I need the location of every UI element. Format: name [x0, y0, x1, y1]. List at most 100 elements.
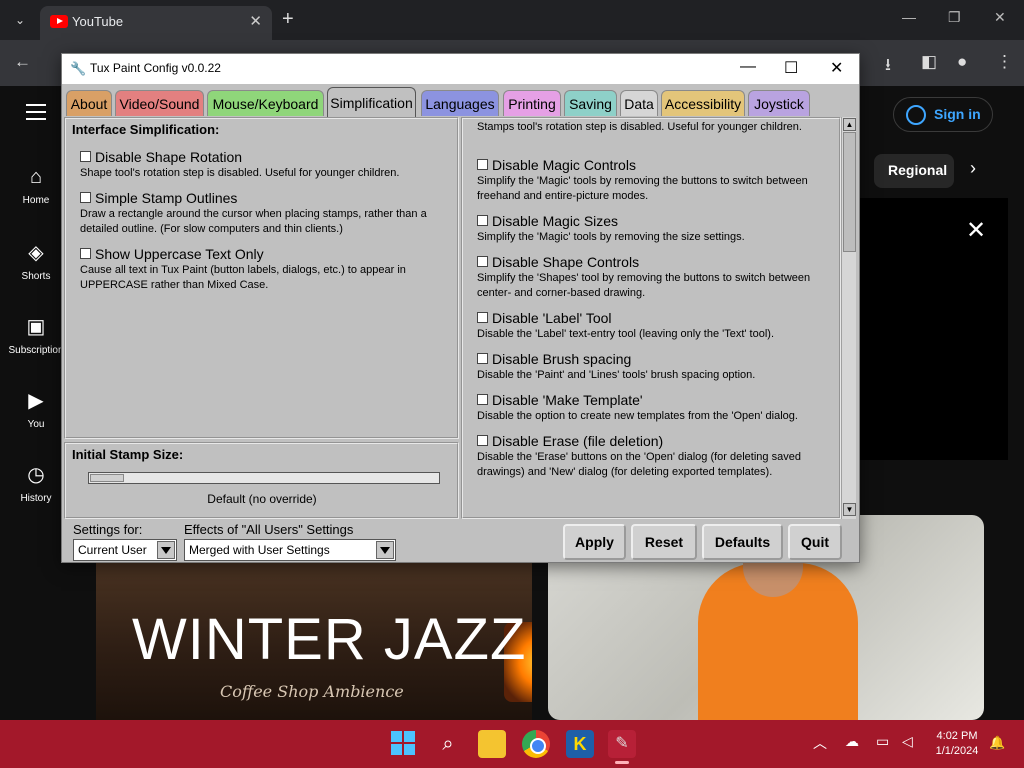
checkbox[interactable] — [477, 394, 488, 405]
option-label[interactable]: Disable 'Make Template' — [492, 392, 643, 408]
close-icon[interactable]: ✕ — [966, 216, 986, 245]
filter-chip-regional[interactable]: Regional — [874, 154, 954, 188]
sign-in-label: Sign in — [934, 106, 981, 122]
scroll-up-arrow-icon[interactable]: ▲ — [843, 118, 856, 131]
maximize-button[interactable]: ☐ — [784, 58, 798, 78]
checkbox[interactable] — [477, 435, 488, 446]
download-icon[interactable]: ⭳ — [885, 52, 891, 81]
settings-for-value: Current User — [78, 543, 147, 557]
menu-kebab-icon[interactable]: ⋮ — [996, 52, 1013, 72]
stamp-size-slider[interactable] — [88, 472, 440, 484]
profile-icon[interactable]: ● — [957, 52, 967, 72]
option-label[interactable]: Disable 'Label' Tool — [492, 310, 612, 326]
apply-button[interactable]: Apply — [563, 524, 626, 560]
tab-close-button[interactable]: ✕ — [249, 12, 262, 30]
tab-mouse-keyboard[interactable]: Mouse/Keyboard — [207, 90, 324, 116]
chrome-icon[interactable] — [522, 730, 550, 758]
initial-stamp-size-group: Initial Stamp Size: Default (no override… — [64, 442, 459, 519]
minimize-button[interactable]: — — [740, 58, 756, 76]
network-off-icon[interactable]: ☁ — [845, 733, 859, 750]
reset-button[interactable]: Reset — [631, 524, 697, 560]
hamburger-menu-icon[interactable] — [26, 104, 46, 120]
tux-paint-config-window: 🔧 Tux Paint Config v0.0.22 — ☐ ✕ About V… — [61, 53, 860, 563]
tab-video-sound[interactable]: Video/Sound — [115, 90, 204, 116]
search-icon[interactable]: ⌕ — [434, 730, 462, 758]
tab-search-button[interactable]: ⌄ — [8, 8, 32, 32]
option-label[interactable]: Disable Magic Sizes — [492, 213, 618, 229]
effects-select[interactable]: Merged with User Settings — [184, 539, 396, 561]
slider-thumb[interactable] — [90, 474, 124, 482]
browser-restore-button[interactable]: ❐ — [948, 9, 961, 26]
option-description: Simplify the 'Magic' tools by removing t… — [477, 175, 808, 202]
option-label[interactable]: Disable Shape Rotation — [95, 149, 242, 165]
tab-saving[interactable]: Saving — [564, 90, 617, 116]
window-title: Tux Paint Config v0.0.22 — [90, 61, 221, 75]
side-panel-icon[interactable]: ◧ — [921, 52, 937, 72]
tux-paint-config-taskbar-icon[interactable]: ✎ — [608, 730, 636, 758]
yt-nav-label: You — [27, 419, 45, 430]
checkbox[interactable] — [80, 151, 91, 162]
tab-simplification[interactable]: Simplification — [327, 87, 416, 117]
scrollbar-thumb[interactable] — [843, 132, 856, 252]
settings-for-label: Settings for: — [73, 522, 143, 537]
option-label[interactable]: Disable Magic Controls — [492, 157, 636, 173]
option-description: Draw a rectangle around the cursor when … — [80, 208, 427, 235]
checkbox[interactable] — [80, 192, 91, 203]
checkbox[interactable] — [477, 215, 488, 226]
settings-for-select[interactable]: Current User — [73, 539, 177, 561]
chevron-right-icon[interactable]: › — [970, 158, 976, 179]
yt-nav-label: Shorts — [21, 271, 51, 282]
wrench-icon: 🔧 — [70, 61, 87, 76]
sign-in-button[interactable]: Sign in — [893, 97, 993, 132]
tab-languages[interactable]: Languages — [421, 90, 499, 116]
system-clock[interactable]: 4:02 PM 1/1/2024 — [928, 729, 986, 759]
tab-joystick[interactable]: Joystick — [748, 90, 810, 116]
option-label[interactable]: Show Uppercase Text Only — [95, 246, 264, 262]
checkbox[interactable] — [80, 248, 91, 259]
display-icon[interactable]: ▭ — [876, 733, 889, 750]
browser-minimize-button[interactable]: — — [902, 9, 916, 25]
option-description: Disable the 'Erase' buttons on the 'Open… — [477, 451, 801, 478]
checkbox[interactable] — [477, 256, 488, 267]
effects-label: Effects of "All Users" Settings — [184, 522, 354, 537]
browser-tab-youtube[interactable]: YouTube ✕ — [40, 6, 272, 40]
option-label[interactable]: Disable Shape Controls — [492, 254, 639, 270]
checkbox[interactable] — [477, 353, 488, 364]
option-description: Disable the 'Paint' and 'Lines' tools' b… — [477, 369, 756, 381]
video-thumbnail-winter-jazz[interactable]: WINTER JAZZ Coffee Shop Ambience — [96, 562, 532, 720]
volume-muted-icon[interactable]: ◁ — [902, 733, 913, 750]
account-icon — [906, 105, 926, 125]
tab-data[interactable]: Data — [620, 90, 658, 116]
scroll-down-arrow-icon[interactable]: ▼ — [843, 503, 856, 516]
chevron-down-icon[interactable] — [157, 541, 175, 559]
option-label[interactable]: Disable Brush spacing — [492, 351, 631, 367]
tab-about[interactable]: About — [66, 90, 112, 116]
quit-button[interactable]: Quit — [788, 524, 842, 560]
checkbox[interactable] — [477, 312, 488, 323]
option-description: Disable the 'Label' text-entry tool (lea… — [477, 328, 774, 340]
close-button[interactable]: ✕ — [830, 58, 843, 78]
chevron-down-icon[interactable] — [376, 541, 394, 559]
browser-close-button[interactable]: ✕ — [994, 9, 1006, 26]
youtube-logo-icon — [50, 15, 68, 28]
option-description: Disable the option to create new templat… — [477, 410, 798, 422]
windows-start-icon[interactable] — [390, 730, 418, 758]
option-label[interactable]: Simple Stamp Outlines — [95, 190, 237, 206]
notification-bell-icon[interactable]: 🔔 — [989, 735, 1005, 751]
tab-accessibility[interactable]: Accessibility — [661, 90, 745, 116]
defaults-button[interactable]: Defaults — [702, 524, 783, 560]
yt-nav-label: History — [20, 493, 52, 504]
option-description: Shape tool's rotation step is disabled. … — [80, 167, 400, 179]
new-tab-button[interactable]: + — [282, 8, 294, 30]
file-explorer-icon[interactable] — [478, 730, 506, 758]
back-arrow-icon[interactable]: ← — [14, 52, 31, 72]
option-label[interactable]: Disable Erase (file deletion) — [492, 433, 663, 449]
window-title-bar: 🔧 Tux Paint Config v0.0.22 — ☐ ✕ — [62, 54, 859, 84]
checkbox[interactable] — [477, 159, 488, 170]
tray-chevron-icon[interactable]: ︿ — [813, 733, 827, 753]
tab-printing[interactable]: Printing — [503, 90, 561, 116]
yt-nav-label: Subscription — [8, 345, 64, 356]
browser-tab-strip: ⌄ YouTube ✕ + — ❐ ✕ — [0, 0, 1024, 40]
vertical-scrollbar[interactable]: ▲ ▼ — [841, 117, 856, 519]
app-icon[interactable]: K — [566, 730, 594, 758]
